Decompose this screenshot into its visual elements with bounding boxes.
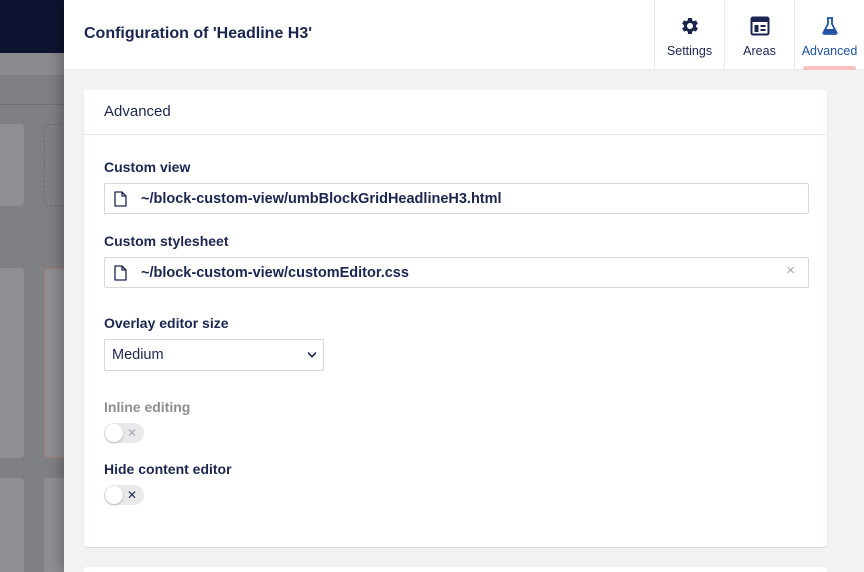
hide-content-editor-field: Hide content editor ✕: [104, 443, 808, 505]
background-card: [0, 124, 24, 206]
tab-label: Areas: [743, 44, 776, 58]
panel-heading: Advanced: [84, 90, 827, 135]
background-card: [0, 268, 24, 458]
advanced-panel: Advanced Custom view ~/block-custom-view…: [84, 90, 827, 547]
app-subheader: [0, 53, 64, 75]
tab-label: Advanced: [801, 44, 858, 58]
toggle-off-icon: ✕: [126, 426, 137, 440]
tab-areas[interactable]: Areas: [724, 0, 794, 70]
hide-content-editor-label: Hide content editor: [104, 461, 232, 477]
custom-stylesheet-path: ~/block-custom-view/customEditor.css: [141, 264, 409, 281]
app-header: [0, 0, 64, 53]
inline-editing-toggle[interactable]: ✕: [104, 423, 144, 443]
hide-content-editor-toggle[interactable]: ✕: [104, 485, 144, 505]
custom-stylesheet-field: Custom stylesheet ~/block-custom-view/cu…: [104, 214, 809, 288]
inline-editing-label: Inline editing: [104, 399, 191, 415]
custom-view-field: Custom view ~/block-custom-view/umbBlock…: [104, 135, 809, 214]
custom-view-path: ~/block-custom-view/umbBlockGridHeadline…: [141, 190, 502, 207]
divider: [0, 104, 64, 105]
tab-settings[interactable]: Settings: [654, 0, 724, 70]
custom-view-label: Custom view: [104, 159, 191, 175]
remove-stylesheet-icon[interactable]: ×: [786, 263, 795, 278]
flask-icon: [819, 15, 841, 37]
custom-view-picker[interactable]: ~/block-custom-view/umbBlockGridHeadline…: [104, 183, 809, 214]
file-icon: [114, 190, 128, 207]
overlay-size-select[interactable]: Medium: [104, 339, 324, 371]
active-tab-indicator: [803, 66, 856, 70]
toggle-knob: [105, 486, 123, 504]
chevron-down-icon: [307, 352, 317, 358]
overlay-header: Configuration of 'Headline H3' Settings: [64, 0, 864, 70]
toggle-off-icon: ✕: [126, 488, 137, 502]
tab-advanced[interactable]: Advanced: [794, 0, 864, 70]
layout-icon: [749, 15, 771, 37]
panel-body: Custom view ~/block-custom-view/umbBlock…: [84, 135, 827, 505]
overlay-size-value: Medium: [112, 347, 164, 363]
inline-editing-field: Inline editing ✕: [104, 371, 808, 443]
file-icon: [114, 264, 128, 281]
background-card: [0, 478, 24, 572]
custom-stylesheet-picker[interactable]: ~/block-custom-view/customEditor.css ×: [104, 257, 809, 288]
overlay-size-field: Overlay editor size Medium: [104, 288, 808, 371]
gear-icon: [679, 15, 701, 37]
overlay-size-label: Overlay editor size: [104, 315, 229, 331]
overlay-tabs: Settings Areas Advanced: [654, 0, 864, 70]
custom-stylesheet-label: Custom stylesheet: [104, 233, 229, 249]
next-panel: [84, 567, 827, 572]
overlay-title: Configuration of 'Headline H3': [84, 25, 313, 42]
toggle-knob: [105, 424, 123, 442]
configuration-overlay: Configuration of 'Headline H3' Settings: [64, 0, 864, 572]
tab-label: Settings: [666, 44, 713, 58]
